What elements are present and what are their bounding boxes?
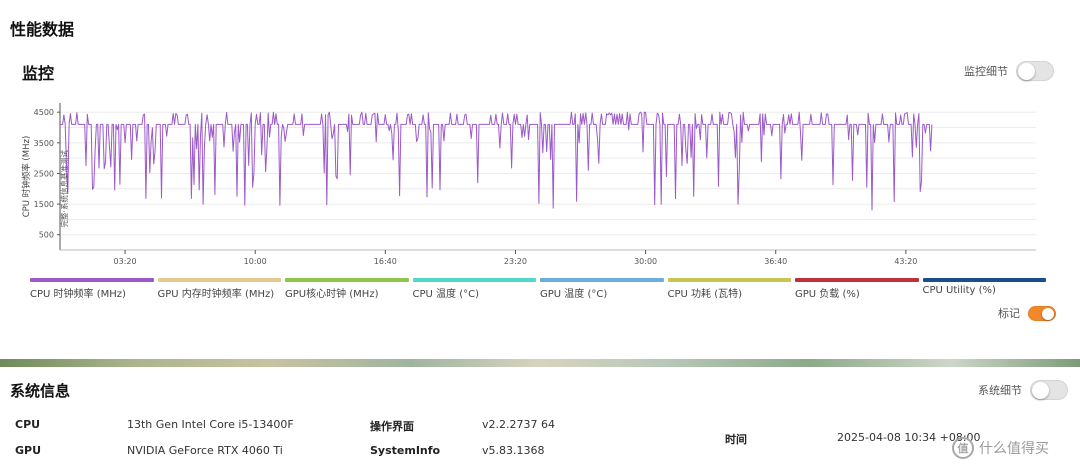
- chart-x-ticks: 03:20 10:00 16:40 23:20 30:00 36:40 43:20: [114, 250, 917, 266]
- y-tick-label: 3500: [34, 139, 54, 148]
- toggle-knob: [1018, 63, 1035, 80]
- legend-item[interactable]: GPU 负载 (%): [795, 278, 919, 300]
- monitor-section-title: 监控: [22, 64, 55, 83]
- legend-item[interactable]: GPU 温度 (°C): [540, 278, 664, 300]
- legend-item[interactable]: GPU 内存时钟频率 (MHz): [157, 278, 281, 300]
- y-tick-label: 1500: [34, 200, 54, 209]
- legend-label: GPU 温度 (°C): [540, 289, 608, 300]
- cpu-label: CPU: [15, 418, 41, 431]
- chart-annotation: 完整·系统信息基准测试: [59, 150, 69, 228]
- x-tick-label: 30:00: [634, 257, 657, 266]
- mark-toggle-group: 标记: [998, 305, 1056, 321]
- legend-item[interactable]: CPU 温度 (°C): [412, 278, 536, 300]
- system-detail-toggle-group: 系统细节: [978, 380, 1068, 400]
- x-tick-label: 36:40: [764, 257, 787, 266]
- cpu-clock-chart: 500 1500 2500 3500 4500 03:20 10:00 16:40 23:20…: [21, 103, 1036, 266]
- legend-item[interactable]: CPU Utility (%): [922, 278, 1046, 300]
- decorative-banner: [0, 359, 1080, 367]
- systeminfo-label: SystemInfo: [370, 444, 441, 457]
- system-detail-toggle[interactable]: [1030, 380, 1068, 400]
- time-label: 时间: [725, 433, 747, 446]
- series-line-cpu-clock: [60, 111, 933, 211]
- y-tick-label: 4500: [34, 108, 54, 117]
- legend-label: GPU 负载 (%): [795, 289, 860, 300]
- toggle-knob: [1042, 307, 1054, 320]
- system-detail-label: 系统细节: [978, 384, 1022, 397]
- legend-label: CPU Utility (%): [922, 285, 996, 296]
- toggle-knob: [1032, 382, 1049, 399]
- gpu-value: NVIDIA GeForce RTX 4060 Ti: [127, 444, 283, 457]
- watermark: 值 什么值得买: [952, 437, 1049, 459]
- legend-swatch: [540, 278, 664, 282]
- legend-swatch: [157, 278, 281, 282]
- legend-swatch: [922, 278, 1046, 282]
- cpu-value: 13th Gen Intel Core i5-13400F: [127, 418, 294, 431]
- legend-swatch: [667, 278, 791, 282]
- ui-version-value: v2.2.2737 64: [482, 418, 555, 431]
- gpu-label: GPU: [15, 444, 42, 457]
- legend-swatch: [795, 278, 919, 282]
- systeminfo-value: v5.83.1368: [482, 444, 545, 457]
- legend-label: CPU 时钟频率 (MHz): [30, 289, 126, 300]
- x-tick-label: 03:20: [114, 257, 137, 266]
- system-section-title: 系统信息: [10, 382, 71, 400]
- chart-legend: CPU 时钟频率 (MHz) GPU 内存时钟频率 (MHz) GPU核心时钟 (M…: [30, 278, 1046, 300]
- legend-label: CPU 功耗 (瓦特): [667, 289, 743, 300]
- x-tick-label: 16:40: [374, 257, 397, 266]
- x-tick-label: 43:20: [894, 257, 917, 266]
- monitor-detail-toggle-group: 监控细节: [964, 61, 1054, 81]
- ui-version-label: 操作界面: [370, 420, 414, 433]
- legend-label: GPU核心时钟 (MHz): [285, 289, 379, 300]
- x-tick-label: 23:20: [504, 257, 527, 266]
- y-tick-label: 500: [39, 231, 54, 240]
- legend-swatch: [412, 278, 536, 282]
- y-tick-label: 2500: [34, 169, 54, 178]
- legend-item[interactable]: CPU 功耗 (瓦特): [667, 278, 791, 300]
- legend-item[interactable]: CPU 时钟频率 (MHz): [30, 278, 154, 300]
- y-axis-label: CPU 时钟频率 (MHz): [21, 136, 32, 218]
- legend-swatch: [30, 278, 154, 282]
- legend-label: GPU 内存时钟频率 (MHz): [157, 289, 275, 300]
- mark-toggle[interactable]: [1028, 305, 1056, 321]
- monitor-detail-label: 监控细节: [964, 65, 1008, 78]
- legend-label: CPU 温度 (°C): [412, 289, 479, 300]
- watermark-logo: 值: [952, 437, 974, 459]
- x-tick-label: 10:00: [244, 257, 267, 266]
- monitor-detail-toggle[interactable]: [1016, 61, 1054, 81]
- legend-swatch: [285, 278, 409, 282]
- page-title: 性能数据: [10, 20, 75, 39]
- legend-item[interactable]: GPU核心时钟 (MHz): [285, 278, 409, 300]
- chart-y-ticks: 500 1500 2500 3500 4500: [34, 108, 60, 240]
- mark-label: 标记: [998, 307, 1020, 320]
- watermark-text: 什么值得买: [979, 441, 1049, 457]
